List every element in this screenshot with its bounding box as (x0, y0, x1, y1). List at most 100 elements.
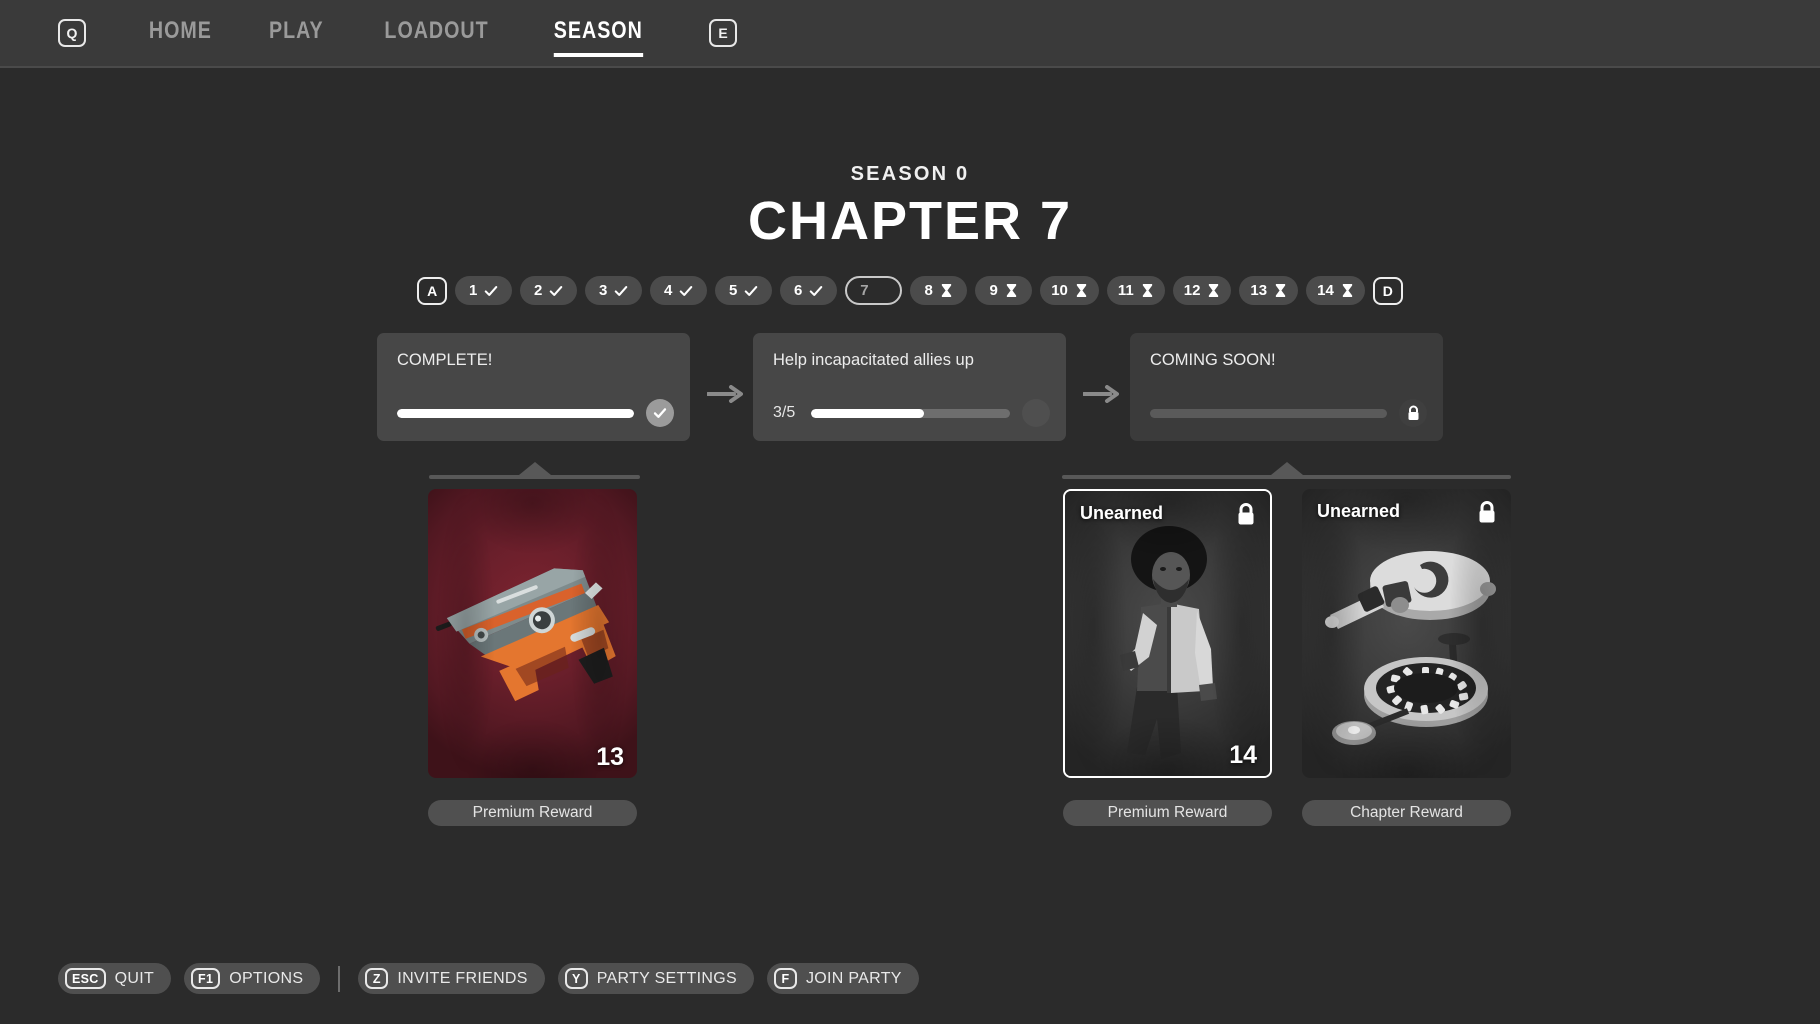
progress-bar-fill (397, 408, 634, 418)
chapter-pill-14[interactable]: 14 (1306, 276, 1365, 305)
art-swirl-overlay (1065, 491, 1270, 776)
reward-card-gadget[interactable]: Unearned (1302, 489, 1511, 778)
hourglass-icon (1006, 284, 1017, 297)
chapter-pill-10[interactable]: 10 (1040, 276, 1099, 305)
lock-icon (1479, 501, 1495, 523)
reward-art-gadget (1302, 489, 1511, 778)
page-title: CHAPTER 7 (747, 191, 1073, 251)
footer-divider (338, 965, 341, 992)
lock-icon (1238, 503, 1254, 525)
bracket-line (429, 475, 640, 479)
objective-progress-row (397, 399, 674, 427)
footer-button-invite-friends-label: INVITE FRIENDS (397, 969, 528, 987)
chapter-pill-7-current[interactable]: 7 (845, 276, 903, 305)
chapter-pill-3[interactable]: 3 (585, 276, 643, 305)
objective-card-complete[interactable]: COMPLETE! (377, 333, 690, 441)
reward-bracket-right (1062, 462, 1511, 479)
hourglass-icon (1275, 284, 1286, 297)
nav-next-key-e[interactable]: E (709, 19, 738, 47)
footer-button-join-party-label: JOIN PARTY (806, 969, 902, 987)
footer-button-options-label: OPTIONS (229, 969, 304, 987)
hourglass-icon (1209, 284, 1219, 297)
bracket-notch (518, 462, 551, 475)
chapter-pill-8[interactable]: 8 (910, 276, 968, 305)
chapter-selector: A 1 2 3 4 5 6 7 8 9 10 11 12 13 14 D (0, 276, 1820, 305)
chapter-pill-12[interactable]: 12 (1172, 276, 1232, 305)
objective-status-badge-pending (1022, 399, 1050, 427)
objective-connector-arrow-2 (1083, 385, 1119, 403)
footer-button-quit-label: QUIT (114, 969, 155, 987)
chapter-pill-5-number: 5 (729, 282, 738, 299)
chapter-pill-6[interactable]: 6 (780, 276, 838, 305)
nav-item-play[interactable]: PLAY (269, 17, 324, 49)
key-f: F (774, 968, 797, 989)
chapter-pill-2-number: 2 (534, 282, 543, 299)
key-esc: ESC (65, 968, 106, 989)
check-icon (653, 408, 667, 418)
chapter-pill-9-number: 9 (989, 282, 998, 299)
check-icon (810, 285, 823, 296)
footer-button-options[interactable]: F1 OPTIONS (184, 963, 321, 994)
check-icon (485, 285, 498, 296)
nav-item-home[interactable]: HOME (149, 17, 212, 49)
reward-label-text: Premium Reward (472, 804, 593, 821)
footer-action-bar: ESC QUIT F1 OPTIONS Z INVITE FRIENDS Y P… (58, 963, 919, 994)
hourglass-icon (941, 284, 952, 297)
footer-button-join-party[interactable]: F JOIN PARTY (767, 963, 919, 994)
chapter-pill-7-number: 7 (860, 282, 869, 299)
chapter-pill-13-number: 13 (1250, 282, 1268, 299)
art-swirl-overlay (428, 489, 637, 778)
chapter-pill-4[interactable]: 4 (650, 276, 708, 305)
objective-card-active[interactable]: Help incapacitated allies up 3/5 (753, 333, 1066, 441)
chapter-pill-11-number: 11 (1117, 282, 1134, 299)
chapter-pill-12-number: 12 (1183, 282, 1201, 299)
footer-button-quit[interactable]: ESC QUIT (58, 963, 172, 994)
progress-bar-track (397, 408, 634, 418)
reward-bracket-left (429, 462, 640, 479)
footer-button-invite-friends[interactable]: Z INVITE FRIENDS (358, 963, 545, 994)
chapter-pill-1[interactable]: 1 (455, 276, 513, 305)
objective-title: Help incapacitated allies up (773, 351, 974, 369)
reward-card-weapon[interactable]: 13 (428, 489, 637, 778)
hourglass-icon (1142, 284, 1152, 297)
season-label: SEASON 0 (850, 163, 970, 185)
reward-card-character[interactable]: Unearned 14 (1063, 489, 1272, 778)
progress-bar-track (811, 408, 1010, 418)
check-icon (680, 285, 693, 296)
reward-number: 14 (1229, 741, 1257, 769)
chapter-pill-2[interactable]: 2 (520, 276, 578, 305)
reward-label-premium-2[interactable]: Premium Reward (1063, 800, 1272, 826)
chapter-pill-14-number: 14 (1317, 282, 1334, 299)
objective-progress-row: 3/5 (773, 399, 1050, 427)
reward-label-chapter[interactable]: Chapter Reward (1302, 800, 1511, 826)
nav-prev-key-q[interactable]: Q (58, 19, 86, 47)
reward-number: 13 (596, 743, 624, 771)
nav-item-loadout[interactable]: LOADOUT (385, 17, 489, 49)
reward-art-weapon (428, 489, 637, 778)
chapter-pill-13[interactable]: 13 (1239, 276, 1299, 305)
chapter-pill-9[interactable]: 9 (975, 276, 1033, 305)
chapter-pill-5[interactable]: 5 (715, 276, 773, 305)
check-icon (745, 285, 758, 296)
art-swirl-overlay (1302, 489, 1511, 778)
objective-status-badge-complete (646, 399, 674, 427)
top-navigation-bar: Q HOME PLAY LOADOUT SEASON E (0, 0, 1820, 68)
bracket-line (1062, 475, 1511, 479)
nav-item-season-label: SEASON (554, 17, 644, 44)
lock-icon (1408, 405, 1418, 420)
objective-connector-arrow-1 (707, 385, 743, 403)
chapter-next-button[interactable]: D (1372, 276, 1403, 305)
chapter-prev-button[interactable]: A (417, 276, 448, 305)
key-f1: F1 (191, 968, 221, 989)
footer-button-party-settings[interactable]: Y PARTY SETTINGS (557, 963, 754, 994)
reward-label-premium-1[interactable]: Premium Reward (428, 800, 637, 826)
bracket-notch (1270, 462, 1303, 475)
progress-bar-track (1150, 408, 1387, 418)
nav-item-season[interactable]: SEASON (554, 17, 644, 57)
reward-state-label: Unearned (1080, 503, 1164, 523)
chapter-pill-11[interactable]: 11 (1106, 276, 1165, 305)
reward-art-character (1065, 491, 1270, 776)
reward-label-text: Chapter Reward (1350, 804, 1463, 821)
objective-card-coming-soon[interactable]: COMING SOON! (1130, 333, 1443, 441)
key-y: Y (564, 968, 588, 989)
